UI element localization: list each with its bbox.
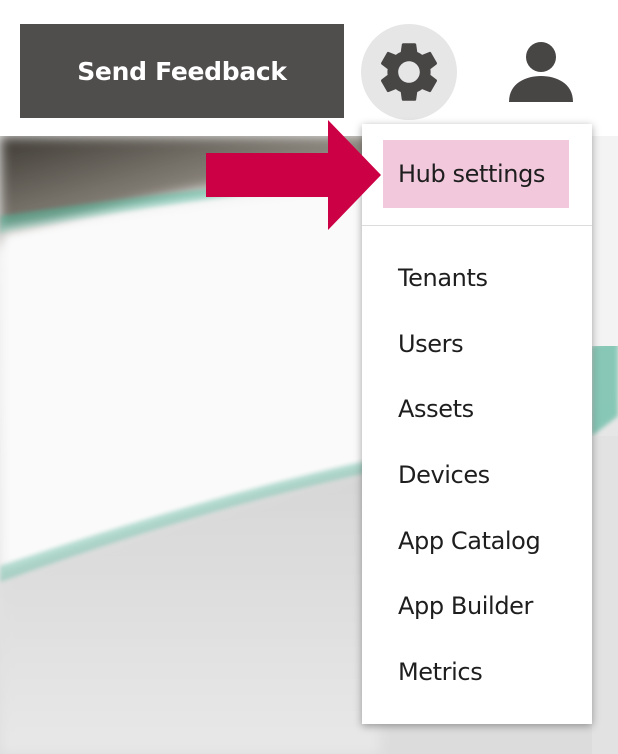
menu-item-devices[interactable]: Devices: [362, 445, 592, 505]
menu-item-assets[interactable]: Assets: [362, 379, 592, 439]
settings-dropdown-menu: Hub settings Tenants Users Assets Device…: [362, 124, 592, 724]
menu-item-app-catalog[interactable]: App Catalog: [362, 511, 592, 571]
profile-button[interactable]: [500, 34, 582, 108]
gear-icon: [380, 43, 438, 101]
user-icon: [509, 42, 573, 102]
menu-item-users[interactable]: Users: [362, 314, 592, 374]
menu-item-hub-settings[interactable]: Hub settings: [383, 140, 569, 208]
send-feedback-button[interactable]: Send Feedback: [20, 24, 344, 118]
settings-button[interactable]: [361, 24, 457, 120]
top-bar: Send Feedback: [0, 0, 618, 136]
menu-item-tenants[interactable]: Tenants: [362, 248, 592, 308]
menu-item-app-builder[interactable]: App Builder: [362, 576, 592, 636]
menu-item-metrics[interactable]: Metrics: [362, 642, 592, 702]
arrow-right-icon: [206, 120, 381, 230]
menu-divider: [362, 225, 592, 226]
